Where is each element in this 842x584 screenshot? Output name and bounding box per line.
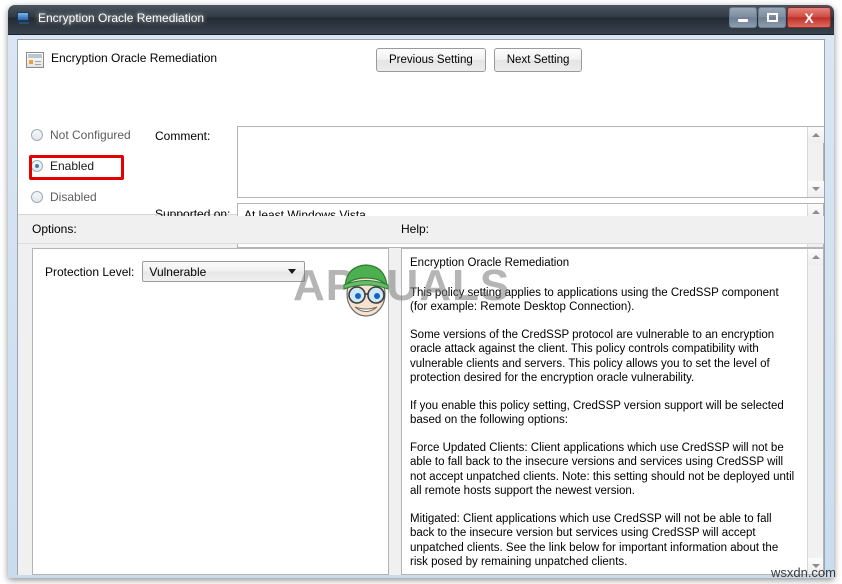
chevron-down-icon bbox=[288, 269, 297, 274]
minimize-button[interactable] bbox=[729, 7, 757, 28]
radio-enabled-indicator[interactable] bbox=[31, 160, 43, 172]
protection-level-dropdown[interactable]: Vulnerable bbox=[142, 261, 306, 282]
policy-state-radio-group: Not Configured Enabled Disabled bbox=[31, 126, 151, 219]
options-label: Options: bbox=[32, 222, 77, 236]
radio-option-disabled[interactable]: Disabled bbox=[31, 188, 151, 206]
help-paragraph: Mitigated: Client applications which use… bbox=[410, 512, 779, 569]
policy-setting-icon bbox=[26, 52, 44, 68]
comment-label: Comment: bbox=[155, 129, 211, 143]
policy-header-section: Encryption Oracle Remediation Previous S… bbox=[18, 40, 824, 248]
window-titlebar[interactable]: Encryption Oracle Remediation X bbox=[8, 5, 834, 35]
protection-level-label: Protection Level: bbox=[45, 264, 135, 279]
comment-input[interactable] bbox=[237, 126, 824, 198]
maximize-button[interactable] bbox=[758, 7, 786, 28]
policy-header-row: Encryption Oracle Remediation Previous S… bbox=[18, 40, 824, 86]
radio-not-configured-indicator[interactable] bbox=[31, 129, 43, 141]
help-paragraph: Force Updated Clients: Client applicatio… bbox=[410, 441, 795, 498]
close-button[interactable]: X bbox=[787, 7, 831, 28]
protection-level-row: Protection Level: Vulnerable bbox=[45, 261, 306, 282]
minimize-icon bbox=[738, 19, 748, 22]
options-panel: Protection Level: Vulnerable bbox=[32, 248, 389, 575]
dialog-client-area: Encryption Oracle Remediation Previous S… bbox=[17, 39, 825, 575]
help-label: Help: bbox=[401, 222, 430, 236]
screenshot-root: Encryption Oracle Remediation X Encrypti… bbox=[0, 0, 842, 584]
help-scrollbar[interactable] bbox=[807, 249, 823, 574]
help-paragraph: If you enable this policy setting, CredS… bbox=[410, 399, 784, 427]
radio-label-enabled: Enabled bbox=[50, 159, 95, 173]
radio-label-disabled: Disabled bbox=[50, 190, 97, 204]
radio-label-not-configured: Not Configured bbox=[50, 128, 131, 142]
wsxdn-watermark: wsxdn.com bbox=[770, 565, 836, 580]
policy-setting-window: Encryption Oracle Remediation X Encrypti… bbox=[8, 5, 834, 578]
previous-setting-button[interactable]: Previous Setting bbox=[376, 48, 486, 72]
close-icon: X bbox=[804, 9, 814, 26]
radio-option-not-configured[interactable]: Not Configured bbox=[31, 126, 151, 144]
radio-option-enabled[interactable]: Enabled bbox=[31, 157, 151, 175]
computer-monitor-icon bbox=[16, 11, 32, 25]
scroll-up-icon[interactable] bbox=[808, 249, 823, 265]
scroll-down-icon[interactable] bbox=[808, 181, 824, 197]
maximize-icon bbox=[766, 13, 778, 22]
section-label-bar: Options: Help: bbox=[18, 216, 824, 244]
help-paragraph: This policy setting applies to applicati… bbox=[410, 286, 779, 314]
navigation-buttons: Previous Setting Next Setting bbox=[376, 48, 583, 72]
window-controls: X bbox=[729, 7, 831, 29]
protection-level-value: Vulnerable bbox=[149, 264, 207, 279]
help-panel: Encryption Oracle Remediation This polic… bbox=[401, 248, 824, 575]
comment-scrollbar[interactable] bbox=[807, 127, 824, 197]
page-title: Encryption Oracle Remediation bbox=[51, 51, 218, 65]
next-setting-button[interactable]: Next Setting bbox=[493, 48, 583, 72]
titlebar-content: Encryption Oracle Remediation bbox=[16, 11, 204, 25]
help-title: Encryption Oracle Remediation bbox=[410, 257, 570, 269]
help-text-content: Encryption Oracle Remediation This polic… bbox=[402, 249, 808, 574]
radio-disabled-indicator[interactable] bbox=[31, 191, 43, 203]
window-title: Encryption Oracle Remediation bbox=[38, 11, 205, 25]
help-paragraph: Some versions of the CredSSP protocol ar… bbox=[410, 328, 775, 385]
scroll-up-icon[interactable] bbox=[808, 127, 824, 143]
